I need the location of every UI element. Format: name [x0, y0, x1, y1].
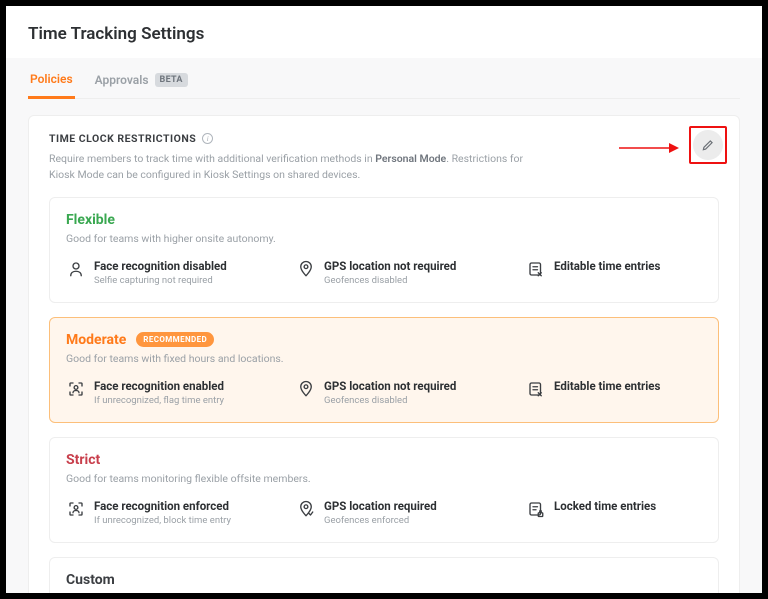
feature-face: Face recognition enforcedIf unrecognized… [66, 499, 286, 526]
tab-policies[interactable]: Policies [28, 72, 75, 99]
policy-flexible[interactable]: Flexible Good for teams with higher onsi… [49, 197, 719, 303]
policy-strict[interactable]: Strict Good for teams monitoring flexibl… [49, 437, 719, 543]
policy-subtitle: Good for teams with higher onsite autono… [66, 232, 702, 245]
gps-check-icon [296, 499, 316, 519]
gps-icon [296, 379, 316, 399]
tab-label: Policies [30, 72, 73, 86]
tab-bar: Policies Approvals BETA [28, 58, 740, 99]
face-scan-icon [66, 379, 86, 399]
policy-moderate[interactable]: Moderate RECOMMENDED Good for teams with… [49, 317, 719, 423]
section-header: TIME CLOCK RESTRICTIONS i [49, 132, 719, 145]
tab-label: Approvals [95, 73, 149, 87]
face-scan-icon [66, 499, 86, 519]
feature-entries: Editable time entries [526, 379, 702, 406]
entries-lock-icon [526, 499, 546, 519]
policy-subtitle: Good for teams monitoring flexible offsi… [66, 472, 702, 485]
feature-gps: GPS location not requiredGeofences disab… [296, 379, 516, 406]
policy-features: Face recognition enabledIf unrecognized,… [66, 379, 702, 406]
section-description: Require members to track time with addit… [49, 151, 529, 183]
entries-icon [526, 379, 546, 399]
gps-icon [296, 259, 316, 279]
feature-face: Face recognition enabledIf unrecognized,… [66, 379, 286, 406]
policy-name: Custom [66, 572, 115, 588]
feature-face: Face recognition disabledSelfie capturin… [66, 259, 286, 286]
content-area: Policies Approvals BETA TIME CLOCK RESTR… [6, 58, 762, 593]
policy-name: Moderate [66, 332, 126, 348]
policy-subtitle: Good for teams with fixed hours and loca… [66, 352, 702, 365]
feature-gps: GPS location not requiredGeofences disab… [296, 259, 516, 286]
policy-features: Face recognition enforcedIf unrecognized… [66, 499, 702, 526]
recommended-badge: RECOMMENDED [136, 332, 214, 347]
page-title: Time Tracking Settings [6, 6, 762, 58]
policy-features: Face recognition disabledSelfie capturin… [66, 259, 702, 286]
pencil-icon [701, 138, 715, 152]
face-icon [66, 259, 86, 279]
policy-subtitle: Configure restrictions that work for you… [66, 592, 702, 594]
app-frame: Time Tracking Settings Policies Approval… [6, 6, 762, 593]
restrictions-card: TIME CLOCK RESTRICTIONS i Require member… [28, 115, 740, 593]
section-title: TIME CLOCK RESTRICTIONS [49, 132, 196, 145]
tab-approvals[interactable]: Approvals BETA [93, 72, 190, 98]
policy-custom[interactable]: Custom Configure restrictions that work … [49, 557, 719, 594]
edit-button[interactable] [693, 130, 723, 160]
feature-gps: GPS location requiredGeofences enforced [296, 499, 516, 526]
feature-entries: Editable time entries [526, 259, 702, 286]
info-icon[interactable]: i [202, 133, 213, 144]
policy-name: Flexible [66, 212, 115, 228]
policy-name: Strict [66, 452, 100, 468]
entries-icon [526, 259, 546, 279]
beta-badge: BETA [155, 73, 188, 87]
feature-entries: Locked time entries [526, 499, 702, 526]
